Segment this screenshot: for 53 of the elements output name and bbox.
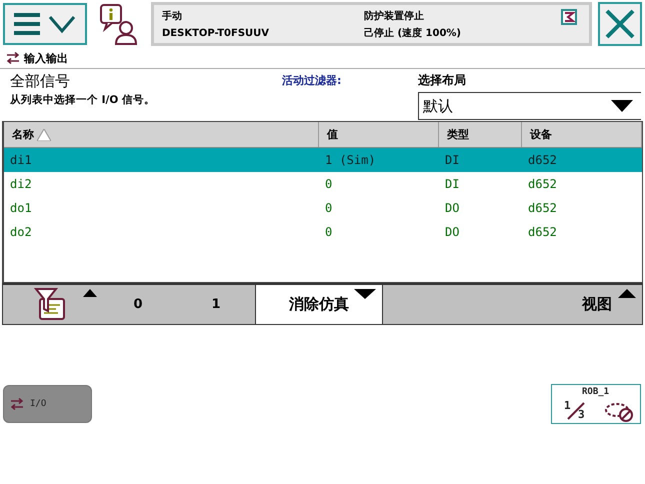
- table-cell-text: 0: [324, 201, 334, 215]
- swap-arrows-icon: [10, 398, 24, 410]
- main-menu-button[interactable]: [3, 3, 87, 45]
- instruction-text: 从列表中选择一个 I/O 信号。: [10, 93, 156, 107]
- table-cell-text: d652: [527, 201, 558, 215]
- range-end: 1: [210, 296, 222, 314]
- table-cell-text: 0: [324, 225, 334, 239]
- clear-simulation-button[interactable]: 消除仿真: [255, 284, 383, 324]
- table-cell-text: DI: [444, 177, 460, 191]
- table-cell-text: 1 (Sim): [324, 153, 377, 167]
- quickset-button[interactable]: ROB_1 1 3: [551, 384, 641, 424]
- table-cell-text: do2: [9, 225, 33, 239]
- column-header[interactable]: 值: [319, 122, 439, 147]
- close-icon: [603, 7, 637, 41]
- signal-row[interactable]: di2 0 DI d652: [4, 172, 642, 196]
- table-cell-text: DO: [444, 201, 460, 215]
- column-header[interactable]: 名称: [4, 122, 319, 147]
- table-cell-text: DI: [444, 153, 460, 167]
- signal-row[interactable]: di1 1 (Sim) DI d652: [4, 148, 642, 172]
- operating-mode: 手动: [162, 10, 183, 24]
- event-log-icon[interactable]: [99, 3, 139, 45]
- section-heading: 全部信号: [10, 72, 71, 91]
- range-start: 0: [132, 296, 144, 314]
- table-cell-text: di2: [9, 177, 33, 191]
- table-cell-text: d652: [527, 177, 558, 191]
- io-task-button[interactable]: I/O: [3, 385, 92, 424]
- window-title: 输入输出: [24, 50, 68, 66]
- table-cell-text: 0: [324, 177, 334, 191]
- layout-label: 选择布局: [418, 72, 467, 89]
- filter-list-icon: [34, 287, 68, 321]
- status-icon: [561, 9, 577, 25]
- swap-arrows-icon: [6, 52, 20, 64]
- signal-row[interactable]: do2 0 DO d652: [4, 220, 642, 244]
- controller-name: DESKTOP-T0FSUUV: [162, 28, 270, 39]
- table-cell-text: do1: [9, 201, 33, 215]
- safety-status: 防护装置停止: [364, 9, 425, 22]
- slash-icon: [566, 401, 586, 422]
- caret-up-icon: [618, 288, 636, 298]
- signal-row[interactable]: do1 0 DO d652: [4, 196, 642, 220]
- layout-dropdown[interactable]: 默认: [418, 92, 641, 120]
- view-button[interactable]: 视图: [383, 284, 642, 324]
- table-cell-text: di1: [9, 153, 33, 167]
- filter-label: 活动过滤器:: [282, 73, 342, 89]
- caret-up-icon: [83, 288, 97, 296]
- column-header[interactable]: 类型: [439, 122, 522, 147]
- table-cell-text: DO: [444, 225, 460, 239]
- close-button[interactable]: [598, 2, 642, 46]
- dropdown-arrow-icon: [611, 100, 633, 112]
- table-cell-text: d652: [527, 225, 558, 239]
- caret-down-icon: [354, 288, 376, 298]
- column-header[interactable]: 设备: [522, 122, 642, 147]
- table-cell-text: d652: [527, 153, 558, 167]
- run-status: 己停止 (速度 100%): [364, 26, 462, 40]
